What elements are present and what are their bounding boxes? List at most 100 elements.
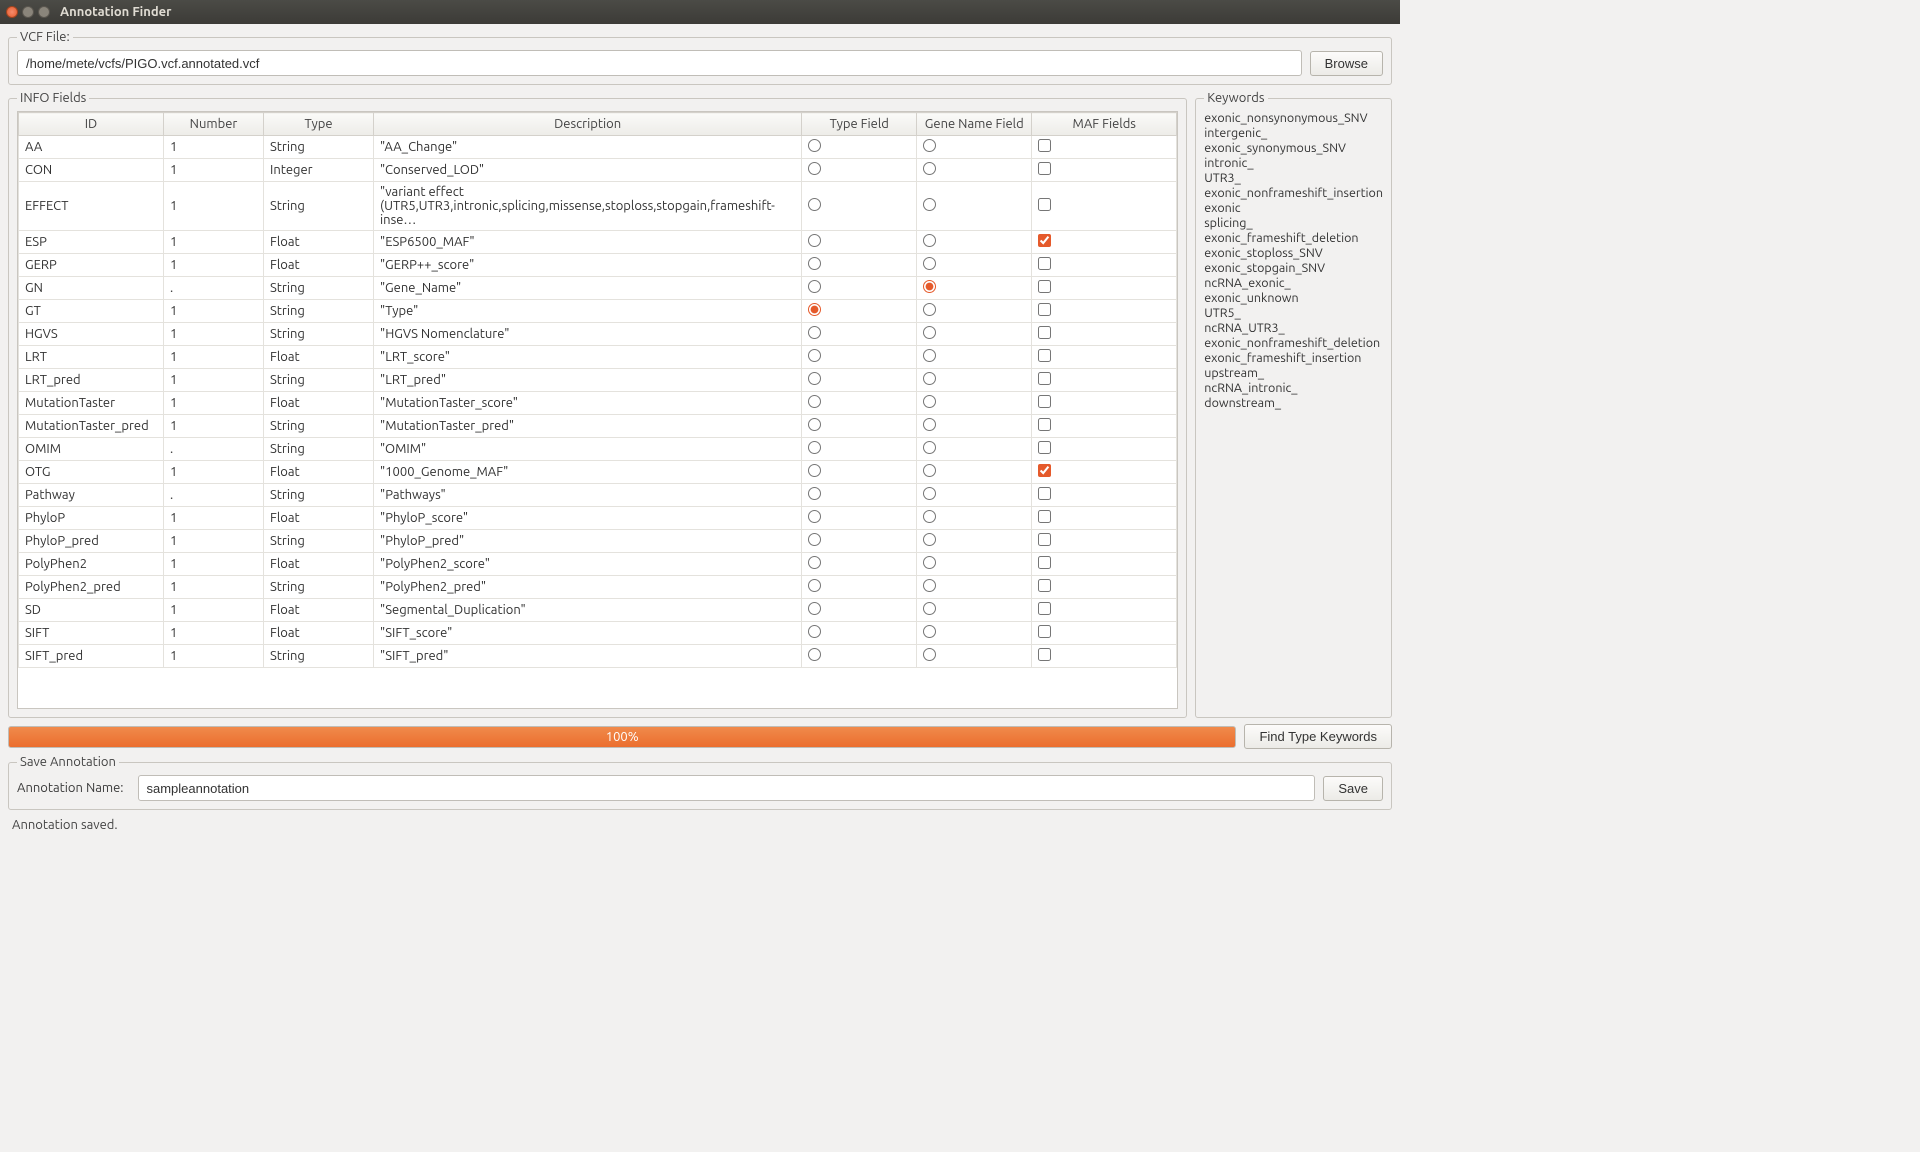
keyword-item[interactable]: exonic_synonymous_SNV	[1204, 141, 1383, 155]
keyword-item[interactable]: intergenic_	[1204, 126, 1383, 140]
table-row[interactable]: GERP1Float"GERP++_score"	[19, 254, 1177, 277]
keyword-item[interactable]: intronic_	[1204, 156, 1383, 170]
keyword-item[interactable]: exonic_frameshift_insertion	[1204, 351, 1383, 365]
gene-field-radio[interactable]	[923, 257, 936, 270]
maf-field-checkbox[interactable]	[1038, 303, 1051, 316]
type-field-radio[interactable]	[808, 510, 821, 523]
keyword-item[interactable]: ncRNA_UTR3_	[1204, 321, 1383, 335]
th-gene-field[interactable]: Gene Name Field	[917, 113, 1032, 136]
minimize-icon[interactable]	[22, 6, 34, 18]
table-row[interactable]: PhyloP_pred1String"PhyloP_pred"	[19, 530, 1177, 553]
gene-field-radio[interactable]	[923, 648, 936, 661]
table-row[interactable]: MutationTaster_pred1String"MutationTaste…	[19, 415, 1177, 438]
type-field-radio[interactable]	[808, 162, 821, 175]
table-row[interactable]: GN.String"Gene_Name"	[19, 277, 1177, 300]
gene-field-radio[interactable]	[923, 602, 936, 615]
keyword-item[interactable]: UTR3_	[1204, 171, 1383, 185]
table-row[interactable]: HGVS1String"HGVS Nomenclature"	[19, 323, 1177, 346]
gene-field-radio[interactable]	[923, 372, 936, 385]
keyword-item[interactable]: exonic_nonframeshift_insertion	[1204, 186, 1383, 200]
keyword-item[interactable]: exonic_frameshift_deletion	[1204, 231, 1383, 245]
keyword-item[interactable]: exonic_stoploss_SNV	[1204, 246, 1383, 260]
table-row[interactable]: LRT1Float"LRT_score"	[19, 346, 1177, 369]
maf-field-checkbox[interactable]	[1038, 349, 1051, 362]
gene-field-radio[interactable]	[923, 139, 936, 152]
maf-field-checkbox[interactable]	[1038, 602, 1051, 615]
type-field-radio[interactable]	[808, 280, 821, 293]
gene-field-radio[interactable]	[923, 198, 936, 211]
type-field-radio[interactable]	[808, 303, 821, 316]
table-row[interactable]: SIFT1Float"SIFT_score"	[19, 622, 1177, 645]
type-field-radio[interactable]	[808, 533, 821, 546]
table-row[interactable]: GT1String"Type"	[19, 300, 1177, 323]
maf-field-checkbox[interactable]	[1038, 556, 1051, 569]
type-field-radio[interactable]	[808, 579, 821, 592]
close-icon[interactable]	[6, 6, 18, 18]
maf-field-checkbox[interactable]	[1038, 625, 1051, 638]
type-field-radio[interactable]	[808, 372, 821, 385]
gene-field-radio[interactable]	[923, 234, 936, 247]
keyword-item[interactable]: ncRNA_intronic_	[1204, 381, 1383, 395]
table-row[interactable]: CON1Integer"Conserved_LOD"	[19, 159, 1177, 182]
save-button[interactable]: Save	[1323, 776, 1383, 801]
gene-field-radio[interactable]	[923, 487, 936, 500]
table-row[interactable]: SD1Float"Segmental_Duplication"	[19, 599, 1177, 622]
gene-field-radio[interactable]	[923, 395, 936, 408]
table-row[interactable]: AA1String"AA_Change"	[19, 136, 1177, 159]
gene-field-radio[interactable]	[923, 510, 936, 523]
th-id[interactable]: ID	[19, 113, 164, 136]
keyword-item[interactable]: exonic	[1204, 201, 1383, 215]
find-keywords-button[interactable]: Find Type Keywords	[1244, 724, 1392, 749]
maf-field-checkbox[interactable]	[1038, 139, 1051, 152]
vcf-path-input[interactable]	[17, 50, 1302, 76]
th-number[interactable]: Number	[164, 113, 264, 136]
keyword-item[interactable]: splicing_	[1204, 216, 1383, 230]
type-field-radio[interactable]	[808, 257, 821, 270]
browse-button[interactable]: Browse	[1310, 51, 1383, 76]
keyword-item[interactable]: ncRNA_exonic_	[1204, 276, 1383, 290]
table-row[interactable]: OTG1Float"1000_Genome_MAF"	[19, 461, 1177, 484]
type-field-radio[interactable]	[808, 625, 821, 638]
maf-field-checkbox[interactable]	[1038, 234, 1051, 247]
gene-field-radio[interactable]	[923, 303, 936, 316]
table-row[interactable]: PolyPhen21Float"PolyPhen2_score"	[19, 553, 1177, 576]
keyword-item[interactable]: exonic_unknown	[1204, 291, 1383, 305]
maf-field-checkbox[interactable]	[1038, 418, 1051, 431]
maf-field-checkbox[interactable]	[1038, 257, 1051, 270]
type-field-radio[interactable]	[808, 395, 821, 408]
type-field-radio[interactable]	[808, 441, 821, 454]
maf-field-checkbox[interactable]	[1038, 326, 1051, 339]
gene-field-radio[interactable]	[923, 162, 936, 175]
type-field-radio[interactable]	[808, 556, 821, 569]
keyword-item[interactable]: upstream_	[1204, 366, 1383, 380]
type-field-radio[interactable]	[808, 198, 821, 211]
gene-field-radio[interactable]	[923, 326, 936, 339]
th-type[interactable]: Type	[264, 113, 374, 136]
th-desc[interactable]: Description	[374, 113, 802, 136]
type-field-radio[interactable]	[808, 349, 821, 362]
gene-field-radio[interactable]	[923, 533, 936, 546]
maf-field-checkbox[interactable]	[1038, 648, 1051, 661]
gene-field-radio[interactable]	[923, 464, 936, 477]
gene-field-radio[interactable]	[923, 579, 936, 592]
type-field-radio[interactable]	[808, 418, 821, 431]
maf-field-checkbox[interactable]	[1038, 464, 1051, 477]
table-row[interactable]: EFFECT1String"variant effect (UTR5,UTR3,…	[19, 182, 1177, 231]
annotation-name-input[interactable]	[138, 775, 1316, 801]
table-row[interactable]: ESP1Float"ESP6500_MAF"	[19, 231, 1177, 254]
table-row[interactable]: PhyloP1Float"PhyloP_score"	[19, 507, 1177, 530]
maf-field-checkbox[interactable]	[1038, 510, 1051, 523]
type-field-radio[interactable]	[808, 139, 821, 152]
gene-field-radio[interactable]	[923, 280, 936, 293]
type-field-radio[interactable]	[808, 648, 821, 661]
maf-field-checkbox[interactable]	[1038, 395, 1051, 408]
keyword-item[interactable]: exonic_stopgain_SNV	[1204, 261, 1383, 275]
table-row[interactable]: SIFT_pred1String"SIFT_pred"	[19, 645, 1177, 668]
gene-field-radio[interactable]	[923, 625, 936, 638]
maf-field-checkbox[interactable]	[1038, 198, 1051, 211]
maf-field-checkbox[interactable]	[1038, 162, 1051, 175]
maf-field-checkbox[interactable]	[1038, 579, 1051, 592]
th-type-field[interactable]: Type Field	[802, 113, 917, 136]
keyword-item[interactable]: exonic_nonsynonymous_SNV	[1204, 111, 1383, 125]
keyword-item[interactable]: UTR5_	[1204, 306, 1383, 320]
